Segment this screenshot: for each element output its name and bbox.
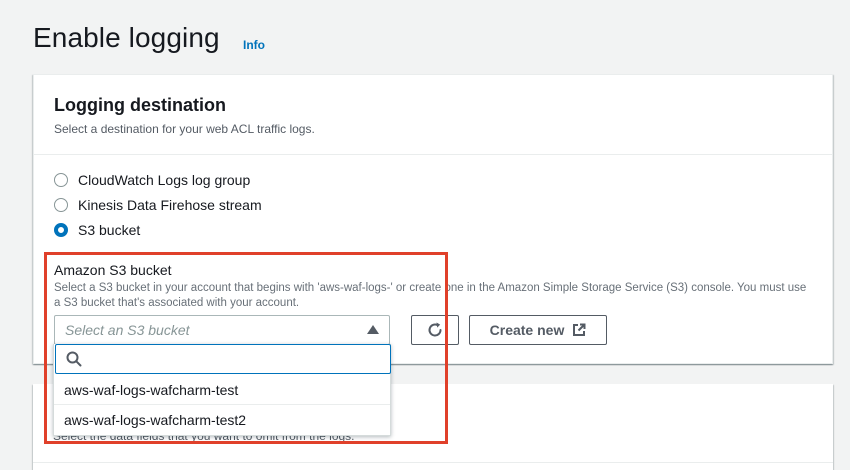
- s3-bucket-select[interactable]: Select an S3 bucket: [54, 315, 390, 345]
- external-link-icon: [573, 323, 586, 336]
- refresh-icon: [428, 322, 442, 337]
- radio-kinesis[interactable]: Kinesis Data Firehose stream: [54, 195, 262, 215]
- s3-bucket-dropdown: aws-waf-logs-wafcharm-test aws-waf-logs-…: [53, 344, 391, 436]
- radio-button-selected[interactable]: [54, 223, 68, 237]
- radio-s3-bucket[interactable]: S3 bucket: [54, 220, 140, 240]
- create-new-label: Create new: [489, 322, 565, 338]
- s3-bucket-label: Amazon S3 bucket: [54, 262, 172, 278]
- radio-button[interactable]: [54, 198, 68, 212]
- s3-bucket-description: Select a S3 bucket in your account that …: [54, 282, 807, 309]
- select-placeholder: Select an S3 bucket: [65, 322, 190, 338]
- radio-cloudwatch[interactable]: CloudWatch Logs log group: [54, 170, 250, 190]
- dropdown-option[interactable]: aws-waf-logs-wafcharm-test: [54, 375, 390, 405]
- info-link[interactable]: Info: [243, 38, 265, 52]
- page-title: Enable logging: [33, 22, 220, 53]
- panel-title: Logging destination: [54, 95, 226, 115]
- panel-description: Select a destination for your web ACL tr…: [54, 122, 315, 136]
- divider: [33, 462, 833, 463]
- dropdown-search-input[interactable]: [55, 344, 391, 374]
- radio-button[interactable]: [54, 173, 68, 187]
- panel-header: Logging destination Select a destination…: [34, 75, 832, 155]
- refresh-button[interactable]: [411, 315, 459, 345]
- radio-label: CloudWatch Logs log group: [78, 172, 251, 188]
- logging-destination-panel: Logging destination Select a destination…: [33, 74, 833, 364]
- search-icon: [66, 351, 82, 367]
- radio-label: S3 bucket: [78, 222, 141, 238]
- dropdown-option[interactable]: aws-waf-logs-wafcharm-test2: [54, 405, 390, 435]
- caret-up-icon: [367, 325, 379, 334]
- radio-label: Kinesis Data Firehose stream: [78, 197, 262, 213]
- create-new-button[interactable]: Create new: [469, 315, 607, 345]
